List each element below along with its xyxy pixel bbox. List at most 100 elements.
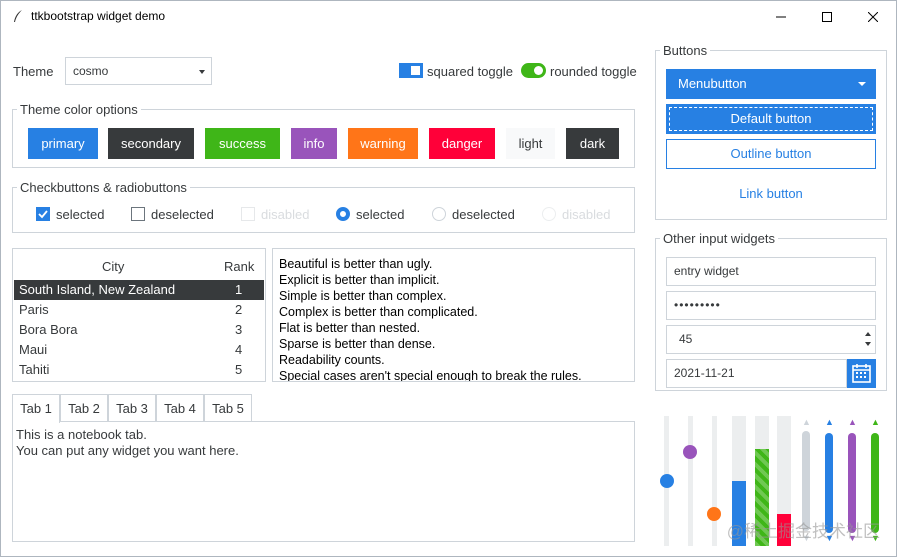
notebook-text: This is a notebook tab. [16,427,147,442]
scroll-up-icon[interactable]: ▲ [802,418,811,427]
menubutton-label: Menubutton [678,76,747,91]
info-button[interactable]: info [291,128,337,159]
menubutton[interactable]: Menubutton [666,69,876,99]
date-entry[interactable]: 2021-11-21 [666,359,847,388]
table-cell-rank: 5 [235,362,243,377]
squared-toggle[interactable] [399,63,423,78]
calendar-button[interactable] [847,359,876,388]
maximize-icon [822,11,832,22]
scale-handle[interactable] [660,474,674,488]
text-line: Special cases aren't special enough to b… [279,369,582,382]
toggle-knob [534,66,543,75]
theme-combobox[interactable]: cosmo [65,57,212,85]
table-cell-city: Tahiti [19,362,50,377]
table-cell-rank: 1 [235,282,243,297]
text-line: Complex is better than complicated. [279,305,478,319]
chevron-down-icon [858,82,866,86]
notebook-text: You can put any widget you want here. [16,443,239,458]
text-line: Simple is better than complex. [279,289,447,303]
notebook-panel: This is a notebook tab. You can put any … [12,421,635,542]
password-field[interactable]: ••••••••• [666,291,876,320]
radio-deselected[interactable] [432,207,446,221]
radio-disabled-label: disabled [562,207,611,222]
scale-handle[interactable] [707,506,721,521]
secondary-button[interactable]: secondary [108,128,194,159]
scrollbar-thumb[interactable] [802,431,810,531]
light-button[interactable]: light [506,128,555,159]
close-button[interactable] [850,1,896,32]
feather-icon [14,10,22,22]
radio-deselected-label: deselected [452,207,515,222]
text-line: Readability counts. [279,353,385,367]
table-row[interactable]: Tahiti 5 [14,360,264,380]
color-options-title: Theme color options [17,102,141,117]
city-table[interactable]: City Rank South Island, New Zealand 1 Pa… [12,248,266,382]
watermark-text: @稀土掘金技术社区 [726,522,880,541]
table-cell-city: Paris [19,302,49,317]
window-title: ttkbootstrap widget demo [31,9,166,23]
checkbox-deselected[interactable] [131,207,145,221]
table-cell-rank: 2 [235,302,243,317]
spin-up-icon[interactable] [865,332,871,336]
table-cell-city: Bora Bora [19,322,78,337]
text-line: Explicit is better than implicit. [279,273,440,287]
table-cell-city: South Island, New Zealand [19,282,176,297]
tab-4[interactable]: Tab 4 [156,394,204,422]
spinbox[interactable]: 45 [666,325,876,354]
check-icon [38,210,48,219]
minimize-button[interactable] [758,1,804,32]
theme-value: cosmo [73,64,109,78]
checkbox-disabled [241,207,255,221]
tab-5[interactable]: Tab 5 [204,394,252,422]
calendar-icon [852,364,871,383]
success-button[interactable]: success [205,128,280,159]
rounded-toggle[interactable] [521,63,546,78]
table-cell-rank: 4 [235,342,243,357]
table-row[interactable]: Maui 4 [14,340,264,360]
radio-disabled [542,207,556,221]
focus-ring [669,107,873,131]
column-header-city[interactable]: City [102,259,124,274]
scroll-up-icon[interactable]: ▲ [871,418,880,427]
rounded-toggle-label: rounded toggle [550,64,637,79]
default-button[interactable]: Default button [666,104,876,134]
scale-track [688,416,693,546]
table-row[interactable]: Paris 2 [14,300,264,320]
warning-button[interactable]: warning [348,128,418,159]
scale-track [712,416,717,546]
scroll-up-icon[interactable]: ▲ [825,418,834,427]
close-icon [868,11,878,22]
table-row[interactable]: South Island, New Zealand 1 [14,280,264,300]
outline-button[interactable]: Outline button [666,139,876,169]
radio-selected[interactable] [336,207,350,221]
dark-button[interactable]: dark [566,128,619,159]
spinbox-value: 45 [679,332,693,346]
maximize-button[interactable] [804,1,850,32]
text-area[interactable]: Beautiful is better than ugly. Explicit … [272,248,635,382]
tab-2[interactable]: Tab 2 [60,394,108,422]
tab-1[interactable]: Tab 1 [12,394,60,423]
checks-radios-title: Checkbuttons & radiobuttons [17,180,190,195]
scroll-up-icon[interactable]: ▲ [848,418,857,427]
column-header-rank[interactable]: Rank [224,259,254,274]
checkbox-disabled-label: disabled [261,207,310,222]
entry-widget[interactable]: entry widget [666,257,876,286]
tab-3[interactable]: Tab 3 [108,394,156,422]
text-line: Flat is better than nested. [279,321,421,335]
minimize-icon [776,16,786,17]
table-row[interactable]: Bora Bora 3 [14,320,264,340]
buttons-group-title: Buttons [660,43,711,58]
danger-button[interactable]: danger [429,128,495,159]
link-button[interactable]: Link button [666,179,876,209]
checkbox-selected[interactable] [36,207,50,221]
table-cell-city: Maui [19,342,48,357]
primary-button[interactable]: primary [28,128,98,159]
chevron-down-icon [199,70,205,74]
checkbox-selected-label: selected [56,207,105,222]
title-bar: ttkbootstrap widget demo [1,1,896,32]
scale-handle[interactable] [683,445,697,460]
spin-down-icon[interactable] [865,342,871,346]
text-line: Sparse is better than dense. [279,337,436,351]
table-cell-rank: 3 [235,322,243,337]
text-line: Beautiful is better than ugly. [279,257,433,271]
